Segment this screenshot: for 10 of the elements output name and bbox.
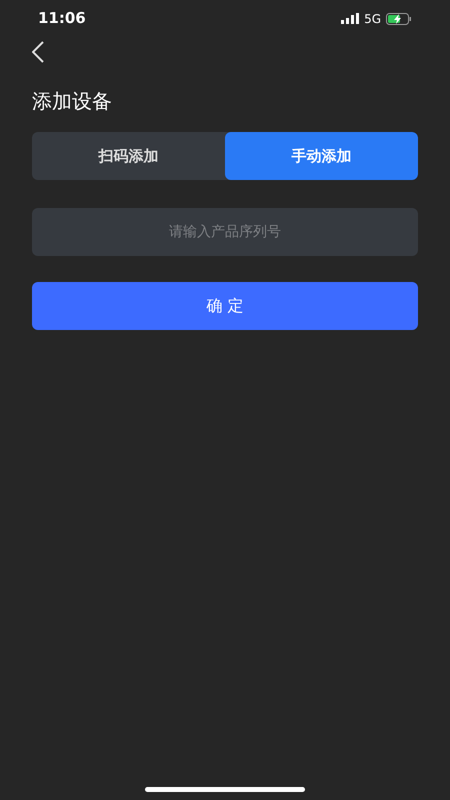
serial-input-field[interactable]: 请输入产品序列号 — [32, 208, 418, 256]
tab[interactable]: 扫码添加 — [32, 132, 225, 180]
signal-icon — [341, 13, 360, 24]
battery-icon — [386, 12, 412, 24]
page-title: 添加设备 — [32, 88, 113, 114]
confirm-button[interactable]: 确 定 — [32, 282, 418, 330]
network-label: 5G — [364, 10, 381, 28]
status-time: 11:06 — [38, 8, 86, 30]
tab[interactable]: 手动添加 — [225, 132, 418, 180]
back-icon — [32, 41, 44, 63]
